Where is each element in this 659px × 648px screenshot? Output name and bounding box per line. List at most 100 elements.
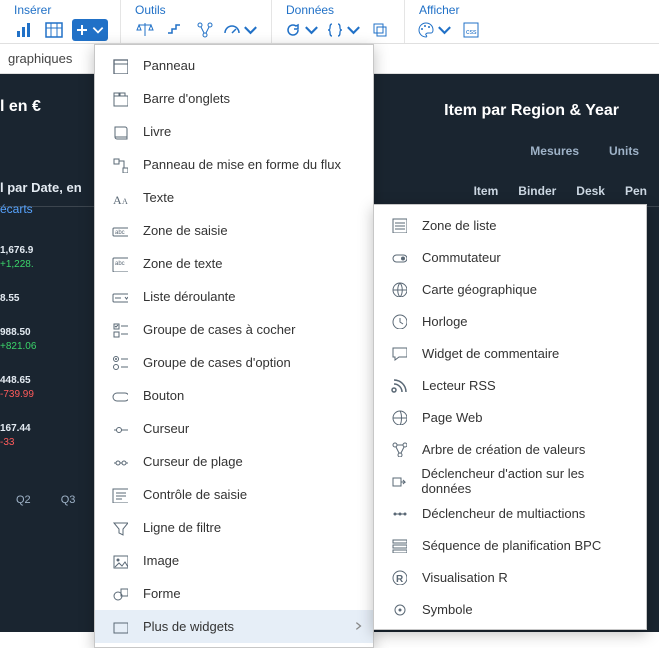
- refresh-icon[interactable]: [284, 19, 320, 41]
- menu-item-label: Ligne de filtre: [143, 520, 221, 535]
- menu-item-tabstrip[interactable]: Barre d'onglets: [95, 82, 373, 115]
- link-ecarts: écarts: [0, 202, 33, 216]
- menu-item-label: Panneau: [143, 58, 195, 73]
- menu-item-label: Barre d'onglets: [143, 91, 230, 106]
- web-icon: [388, 409, 410, 425]
- menu-item-label: Contrôle de saisie: [143, 487, 247, 502]
- more-widgets-submenu: Zone de listeCommutateur Carte géographiq…: [373, 204, 647, 630]
- submenu-item-dat-trigger[interactable]: Déclencheur d'action sur les données: [374, 465, 646, 497]
- menu-item-label: Zone de saisie: [143, 223, 228, 238]
- menu-title-tools[interactable]: Outils: [127, 0, 265, 17]
- dat-trigger-icon: [388, 473, 409, 489]
- col-desk: Desk: [576, 184, 605, 198]
- text-aa-icon: [109, 190, 131, 206]
- menu-item-shape[interactable]: Forme: [95, 577, 373, 610]
- menu-item-image[interactable]: Image: [95, 544, 373, 577]
- menu-item-textarea[interactable]: Zone de texte: [95, 247, 373, 280]
- geomap-icon: [388, 281, 410, 297]
- tab-graphiques[interactable]: graphiques: [8, 51, 72, 66]
- menu-group-view: Afficher: [405, 0, 495, 43]
- submenu-item-label: Déclencheur d'action sur les données: [421, 466, 632, 496]
- css-icon[interactable]: [459, 19, 483, 41]
- submenu-item-label: Séquence de planification BPC: [422, 538, 601, 553]
- tabstrip-icon: [109, 91, 131, 107]
- submenu-item-label: Widget de commentaire: [422, 346, 559, 361]
- submenu-item-rss[interactable]: Lecteur RSS: [374, 369, 646, 401]
- chart-icon[interactable]: [12, 19, 36, 41]
- balance-icon[interactable]: [133, 19, 157, 41]
- symbol-icon: [388, 601, 410, 617]
- submenu-item-tree[interactable]: Arbre de création de valeurs: [374, 433, 646, 465]
- comment-icon: [388, 345, 410, 361]
- switch-icon: [388, 249, 410, 265]
- image-icon: [109, 553, 131, 569]
- menu-item-slider[interactable]: Curseur: [95, 412, 373, 445]
- submenu-item-label: Déclencheur de multiactions: [422, 506, 585, 521]
- submenu-item-label: Visualisation R: [422, 570, 508, 585]
- steps-icon[interactable]: [163, 19, 187, 41]
- menu-item-flow[interactable]: Panneau de mise en forme du flux: [95, 148, 373, 181]
- submenu-item-switch[interactable]: Commutateur: [374, 241, 646, 273]
- menu-group-tools: Outils: [121, 0, 272, 43]
- submenu-item-label: Arbre de création de valeurs: [422, 442, 585, 457]
- table-icon[interactable]: [42, 19, 66, 41]
- submenu-item-label: Page Web: [422, 410, 482, 425]
- menu-item-label: Texte: [143, 190, 174, 205]
- radios-icon: [109, 355, 131, 371]
- palette-icon[interactable]: [417, 19, 453, 41]
- menu-item-checkboxes[interactable]: Groupe de cases à cocher: [95, 313, 373, 346]
- col-mesures: Mesures: [530, 144, 579, 158]
- input-icon: [109, 223, 131, 239]
- menu-item-label: Groupe de cases d'option: [143, 355, 291, 370]
- submenu-item-web[interactable]: Page Web: [374, 401, 646, 433]
- braces-icon[interactable]: [326, 19, 362, 41]
- menu-item-filter[interactable]: Ligne de filtre: [95, 511, 373, 544]
- gauge-icon[interactable]: [223, 19, 259, 41]
- submenu-item-bpc[interactable]: Séquence de planification BPC: [374, 529, 646, 561]
- menu-title-insert[interactable]: Insérer: [6, 0, 114, 17]
- xaxis-q3: Q3: [61, 494, 76, 506]
- slider-icon: [109, 421, 131, 437]
- submenu-item-rviz[interactable]: Visualisation R: [374, 561, 646, 593]
- nodes-icon[interactable]: [193, 19, 217, 41]
- menu-item-input[interactable]: Zone de saisie: [95, 214, 373, 247]
- submenu-item-geomap[interactable]: Carte géographique: [374, 273, 646, 305]
- menu-item-input-ctrl[interactable]: Contrôle de saisie: [95, 478, 373, 511]
- flow-icon: [109, 157, 131, 173]
- filter-icon: [109, 520, 131, 536]
- submenu-item-label: Carte géographique: [422, 282, 537, 297]
- shape-icon: [109, 586, 131, 602]
- submenu-item-label: Symbole: [422, 602, 473, 617]
- menu-bar: Insérer Outils Données Afficher: [0, 0, 659, 44]
- submenu-item-comment[interactable]: Widget de commentaire: [374, 337, 646, 369]
- col-binder: Binder: [518, 184, 556, 198]
- menu-item-dropdown[interactable]: Liste déroulante: [95, 280, 373, 313]
- menu-item-label: Image: [143, 553, 179, 568]
- listbox-icon: [388, 217, 410, 233]
- submenu-item-listbox[interactable]: Zone de liste: [374, 209, 646, 241]
- copy-icon[interactable]: [368, 19, 392, 41]
- submenu-item-symbol[interactable]: Symbole: [374, 593, 646, 625]
- menu-title-view[interactable]: Afficher: [411, 0, 489, 17]
- menu-item-radios[interactable]: Groupe de cases d'option: [95, 346, 373, 379]
- menu-item-book[interactable]: Livre: [95, 115, 373, 148]
- add-button[interactable]: [72, 19, 108, 41]
- submenu-item-multi-trigger[interactable]: Déclencheur de multiactions: [374, 497, 646, 529]
- menu-item-label: Curseur: [143, 421, 189, 436]
- menu-item-label: Forme: [143, 586, 181, 601]
- menu-item-text-aa[interactable]: Texte: [95, 181, 373, 214]
- menu-title-data[interactable]: Données: [278, 0, 398, 17]
- menu-item-panel[interactable]: Panneau: [95, 49, 373, 82]
- menu-item-range[interactable]: Curseur de plage: [95, 445, 373, 478]
- chart-subtitle: l par Date, en: [0, 180, 82, 195]
- menu-group-insert: Insérer: [0, 0, 121, 43]
- insert-dropdown: Panneau Barre d'onglets Livre Panneau de mi…: [94, 44, 374, 648]
- checkboxes-icon: [109, 322, 131, 338]
- chart-title-right: Item par Region & Year: [444, 102, 619, 120]
- chart-title-left: l en €: [0, 98, 41, 116]
- submenu-item-label: Lecteur RSS: [422, 378, 496, 393]
- submenu-item-clock[interactable]: Horloge: [374, 305, 646, 337]
- menu-item-more[interactable]: Plus de widgets: [95, 610, 373, 643]
- menu-item-label: Livre: [143, 124, 171, 139]
- menu-item-button[interactable]: Bouton: [95, 379, 373, 412]
